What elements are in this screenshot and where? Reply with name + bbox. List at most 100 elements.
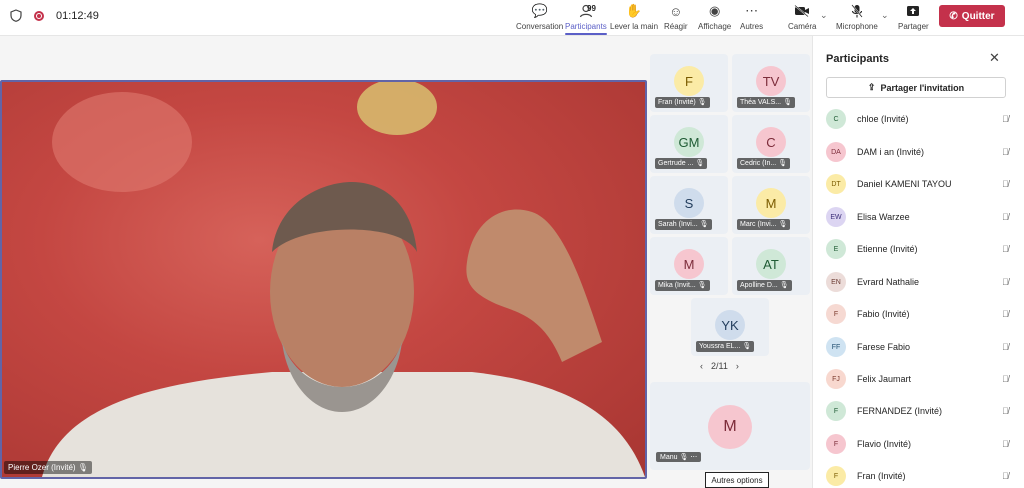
avatar: M <box>756 188 786 218</box>
mic-off-icon: 🎙̸ <box>1002 342 1009 352</box>
mic-off-icon: 🎙̸ <box>1002 114 1009 124</box>
participant-tile[interactable]: YK Youssra EL... 🎙 <box>691 298 769 356</box>
participant-tile[interactable]: S Sarah (Invi... 🎙 <box>650 176 728 234</box>
participant-name: Daniel KAMENI TAYOU <box>857 179 952 189</box>
avatar: TV <box>756 66 786 96</box>
previous-page-chevron-icon[interactable]: ‹ <box>700 361 703 371</box>
page-indicator: 2/11 <box>711 361 728 371</box>
participant-tile[interactable]: TV Théa VALS... 🎙 <box>732 54 810 112</box>
participant-row[interactable]: DA DAM i an (Invité) 🎙̸ <box>826 141 1016 163</box>
avatar: DA <box>826 142 846 162</box>
avatar: F <box>826 401 846 421</box>
avatar: F <box>826 304 846 324</box>
hand-icon: ✋ <box>625 3 643 18</box>
mic-off-icon: 🎙̸ <box>1002 471 1009 481</box>
tile-name-tag: Fran (Invité) 🎙 <box>655 97 710 108</box>
main-speaker-video[interactable]: Pierre Ozer (Invité) 🎙 <box>0 80 647 479</box>
panel-title: Participants <box>826 53 889 65</box>
participant-row[interactable]: F Fabio (Invité) 🎙̸ <box>826 303 1016 325</box>
next-page-chevron-icon[interactable]: › <box>736 361 739 371</box>
participant-tile[interactable]: C Cedric (In... 🎙 <box>732 115 810 173</box>
participant-row[interactable]: F Fran (Invité) 🎙̸ <box>826 465 1016 487</box>
participant-row[interactable]: F Flavio (Invité) 🎙̸ <box>826 433 1016 455</box>
participant-row[interactable]: FF Farese Fabio 🎙̸ <box>826 336 1016 358</box>
participant-name: Fran (Invité) <box>857 471 906 481</box>
recording-icon <box>34 10 44 21</box>
toolbar-camera[interactable]: Caméra <box>788 2 816 31</box>
close-icon[interactable]: ✕ <box>989 50 1000 66</box>
avatar: FJ <box>826 369 846 389</box>
avatar: AT <box>756 249 786 279</box>
participant-tile[interactable]: GM Gertrude ... 🎙 <box>650 115 728 173</box>
mic-off-icon: 🎙̸ <box>1002 439 1009 449</box>
participant-name: Etienne (Invité) <box>857 244 918 254</box>
avatar: GM <box>674 127 704 157</box>
leave-meeting-button[interactable]: ✆ Quitter <box>939 5 1005 27</box>
more-icon: ⋯ <box>745 3 759 18</box>
tile-name-tag: Cedric (In... 🎙 <box>737 158 791 169</box>
tile-name-tag: Théa VALS... 🎙 <box>737 97 795 108</box>
avatar: M <box>708 405 752 449</box>
featured-participant-tile[interactable]: M Manu 🎙 ⋯ <box>650 382 810 470</box>
camera-options-chevron-icon[interactable]: ⌄ <box>820 10 828 21</box>
participant-row[interactable]: F FERNANDEZ (Invité) 🎙̸ <box>826 400 1016 422</box>
toolbar-more[interactable]: ⋯ Autres <box>740 2 763 31</box>
participant-tile[interactable]: F Fran (Invité) 🎙 <box>650 54 728 112</box>
tile-name-tag: Youssra EL... 🎙 <box>696 341 755 352</box>
participant-tile[interactable]: M Mika (Invit... 🎙 <box>650 237 728 295</box>
avatar: FF <box>826 337 846 357</box>
participant-name: Evrard Nathalie <box>857 277 920 287</box>
avatar: C <box>756 127 786 157</box>
participant-name: FERNANDEZ (Invité) <box>857 406 943 416</box>
mic-off-icon <box>848 2 866 20</box>
shield-icon <box>10 9 22 22</box>
participant-row[interactable]: E Etienne (Invité) 🎙̸ <box>826 238 1016 260</box>
chat-icon: 💬 <box>531 3 548 18</box>
tile-name-tag: Marc (Invi... 🎙 <box>737 219 791 230</box>
tile-name-tag: Gertrude ... 🎙 <box>655 158 708 169</box>
avatar: F <box>826 434 846 454</box>
share-icon: ⇪ <box>867 82 876 92</box>
avatar: E <box>826 239 846 259</box>
more-options-tooltip: Autres options <box>705 472 769 488</box>
meeting-toolbar: 01:12:49 💬 Conversation 99 Participants … <box>0 0 1024 36</box>
mic-off-icon: 🎙̸ <box>1002 244 1009 254</box>
participant-name: Felix Jaumart <box>857 374 912 384</box>
toolbar-raise-hand[interactable]: ✋ Lever la main <box>610 2 658 31</box>
avatar: C <box>826 109 846 129</box>
more-options-icon[interactable]: ⋯ <box>690 454 697 461</box>
participant-row[interactable]: C chloe (Invité) 🎙̸ <box>826 108 1016 130</box>
participant-name: Elisa Warzee <box>857 212 910 222</box>
participant-name: Fabio (Invité) <box>857 309 910 319</box>
participants-panel: Participants ✕ ⇪ Partager l'invitation C… <box>812 36 1024 488</box>
mic-off-icon: 🎙̸ <box>1002 374 1009 384</box>
mic-off-icon: 🎙̸ <box>1002 309 1009 319</box>
participant-row[interactable]: EW Elisa Warzee 🎙̸ <box>826 206 1016 228</box>
toolbar-share[interactable]: Partager <box>898 2 929 31</box>
share-icon <box>904 2 922 20</box>
participant-name: chloe (Invité) <box>857 114 909 124</box>
participant-name: Farese Fabio <box>857 342 911 352</box>
tile-name-tag: Apolline D... 🎙 <box>737 280 792 291</box>
participant-tile[interactable]: AT Apolline D... 🎙 <box>732 237 810 295</box>
camera-off-icon <box>793 2 811 20</box>
share-invitation-button[interactable]: ⇪ Partager l'invitation <box>826 77 1006 98</box>
meeting-status: 01:12:49 <box>10 9 99 22</box>
toolbar-participants[interactable]: 99 Participants <box>565 2 607 35</box>
mic-off-icon: 🎙̸ <box>1002 212 1009 222</box>
mic-off-icon: 🎙̸ <box>1002 406 1009 416</box>
microphone-options-chevron-icon[interactable]: ⌄ <box>881 10 889 21</box>
mic-off-icon: 🎙̸ <box>1002 147 1009 157</box>
avatar: EN <box>826 272 846 292</box>
participant-row[interactable]: DT Daniel KAMENI TAYOU 🎙̸ <box>826 173 1016 195</box>
participant-row[interactable]: EN Evrard Nathalie 🎙̸ <box>826 271 1016 293</box>
toolbar-react[interactable]: ☺ Réagir <box>664 2 688 32</box>
meeting-timer: 01:12:49 <box>56 9 99 22</box>
meeting-stage: Pierre Ozer (Invité) 🎙 F Fran (Invité) 🎙… <box>0 36 812 488</box>
participant-row[interactable]: FJ Felix Jaumart 🎙̸ <box>826 368 1016 390</box>
toolbar-view[interactable]: ◉ Affichage <box>698 2 731 31</box>
participant-tile[interactable]: M Marc (Invi... 🎙 <box>732 176 810 234</box>
toolbar-conversation[interactable]: 💬 Conversation <box>516 2 563 31</box>
toolbar-microphone[interactable]: Microphone <box>836 2 878 31</box>
react-icon: ☺ <box>669 3 683 19</box>
